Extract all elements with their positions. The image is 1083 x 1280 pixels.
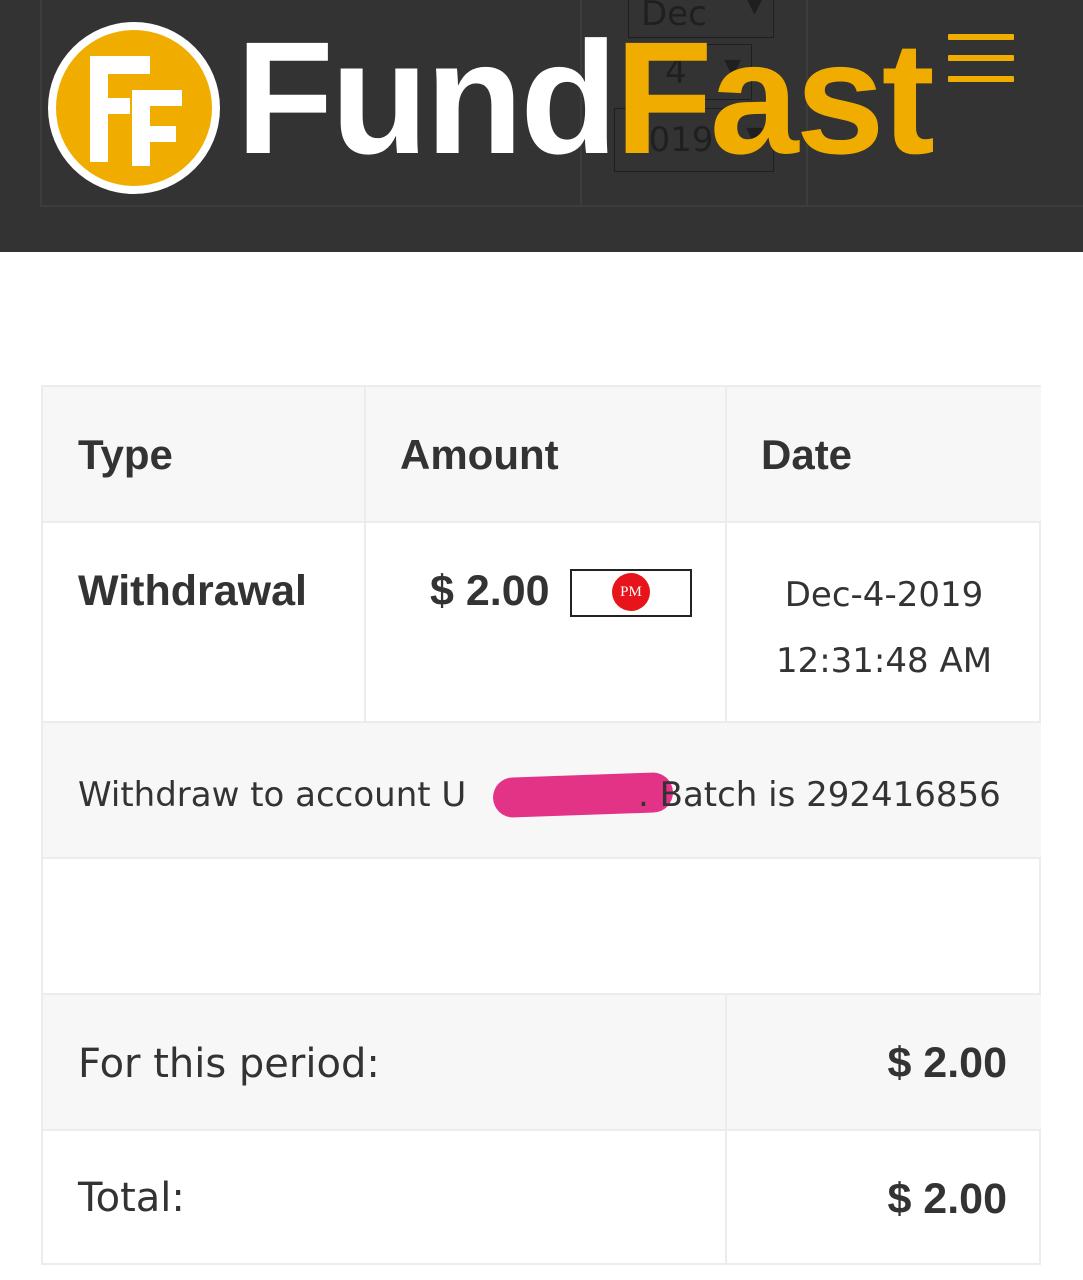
perfect-money-badge: PM	[570, 569, 692, 617]
column-header-type-label: Type	[78, 431, 173, 478]
period-value-cell: $ 2.00	[727, 995, 1041, 1131]
period-value: $ 2.00	[887, 1039, 1007, 1087]
column-header-type: Type	[43, 387, 366, 523]
transaction-amount: $ 2.00	[430, 567, 550, 615]
column-header-amount: Amount	[366, 387, 727, 523]
hamburger-menu-icon[interactable]	[943, 30, 1019, 86]
period-label-cell: For this period:	[43, 995, 727, 1131]
column-header-date-label: Date	[761, 431, 853, 478]
total-label: Total:	[78, 1175, 185, 1221]
transaction-table: Type Amount Date Withdrawal $ 2.00 PM De…	[41, 385, 1041, 1265]
brand-logo-icon[interactable]	[48, 22, 220, 194]
transaction-date-cell: Dec-4-2019 12:31:48 AM	[727, 523, 1041, 723]
brand-word-fast: Fast	[614, 8, 935, 187]
transaction-time: 12:31:48 AM	[775, 641, 993, 681]
ff-monogram-icon	[90, 56, 182, 166]
transaction-note-prefix: Withdraw to account U	[78, 775, 467, 815]
transaction-type: Withdrawal	[78, 567, 307, 615]
empty-row	[43, 859, 1041, 995]
behind-divider	[40, 0, 42, 206]
transaction-amount-cell: $ 2.00 PM	[366, 523, 727, 723]
perfect-money-icon: PM	[612, 573, 650, 611]
transaction-date: Dec-4-2019	[784, 575, 984, 615]
total-value-cell: $ 2.00	[727, 1131, 1041, 1265]
brand-word-fund: Fund	[236, 8, 618, 187]
brand-wordmark[interactable]: FundFast	[236, 18, 935, 178]
column-header-date: Date	[727, 387, 1041, 523]
behind-divider	[40, 205, 1083, 207]
transaction-note-suffix: . Batch is 292416856	[638, 775, 1001, 815]
total-label-cell: Total:	[43, 1131, 727, 1265]
site-header: Dec ▼ 4 ▼ 2019 ▼ FundFast	[0, 0, 1083, 252]
transaction-note-row: Withdraw to account U . Batch is 2924168…	[43, 723, 1041, 859]
period-label: For this period:	[78, 1041, 380, 1087]
column-header-amount-label: Amount	[400, 431, 559, 478]
transaction-type-cell: Withdrawal	[43, 523, 366, 723]
total-value: $ 2.00	[887, 1175, 1007, 1223]
